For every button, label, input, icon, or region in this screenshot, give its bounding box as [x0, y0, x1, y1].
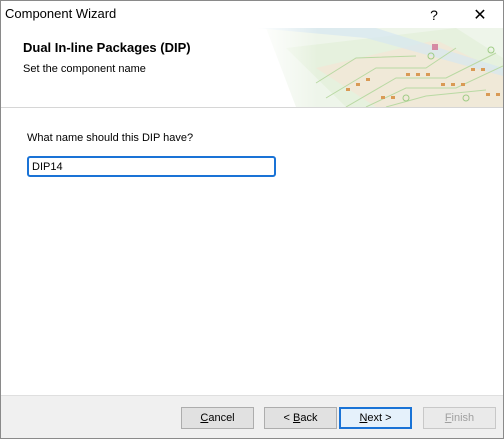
- pcb-banner-image: [256, 28, 503, 107]
- back-button[interactable]: < Back: [264, 407, 337, 429]
- wizard-header: Dual In-line Packages (DIP) Set the comp…: [1, 28, 503, 107]
- component-wizard-window: Component Wizard ? ✕ Dual In-line Packag…: [0, 0, 504, 439]
- cancel-button[interactable]: Cancel: [181, 407, 254, 429]
- back-prefix: <: [283, 412, 293, 424]
- back-label: ack: [300, 412, 318, 424]
- page-title: Dual In-line Packages (DIP): [23, 40, 191, 55]
- next-hotkey: N: [359, 412, 368, 424]
- next-label: ext >: [367, 412, 392, 424]
- finish-label: inish: [451, 412, 475, 424]
- close-button[interactable]: ✕: [457, 1, 503, 28]
- page-subtitle: Set the component name: [23, 63, 146, 75]
- cancel-hotkey: C: [200, 412, 209, 424]
- title-bar: Component Wizard ? ✕: [1, 1, 503, 28]
- header-divider: [1, 107, 503, 108]
- window-title: Component Wizard: [5, 6, 117, 21]
- back-hotkey: B: [293, 412, 301, 424]
- finish-hotkey: F: [444, 412, 452, 424]
- help-button[interactable]: ?: [411, 1, 457, 28]
- name-question-label: What name should this DIP have?: [27, 132, 194, 144]
- button-bar: Cancel < Back Next > Finish: [1, 395, 503, 438]
- cancel-label: ancel: [208, 412, 235, 424]
- finish-button: Finish: [423, 407, 496, 429]
- next-button[interactable]: Next >: [339, 407, 412, 429]
- component-name-input[interactable]: [27, 156, 276, 177]
